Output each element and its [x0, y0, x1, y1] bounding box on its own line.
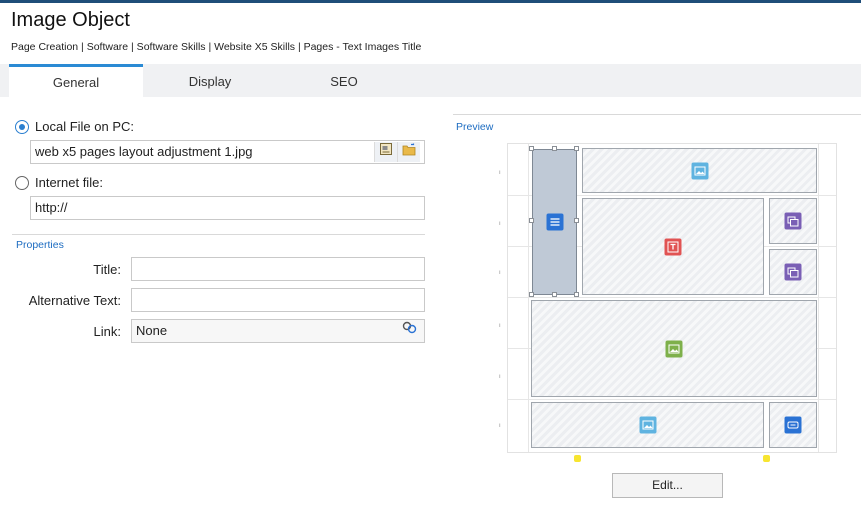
layout-cell[interactable]	[582, 198, 764, 295]
resize-handle[interactable]	[552, 292, 557, 297]
gallery-object-icon	[784, 263, 802, 281]
grid-line	[508, 297, 836, 298]
resize-handle[interactable]	[574, 292, 579, 297]
breadcrumb: Page Creation | Software | Software Skil…	[11, 41, 422, 53]
alt-text-label: Alternative Text:	[28, 293, 121, 308]
folder-icon	[402, 141, 417, 163]
image-object-icon	[639, 416, 656, 434]
text-object-icon	[664, 238, 682, 255]
properties-heading: Properties	[16, 239, 64, 251]
link-label: Link:	[93, 324, 121, 339]
image-object-icon	[665, 340, 683, 357]
tab-general[interactable]: General	[9, 64, 143, 97]
tab-seo[interactable]: SEO	[277, 64, 411, 97]
internet-file-field[interactable]: http://	[30, 196, 425, 220]
preview-heading: Preview	[456, 121, 494, 133]
highlight-marker	[763, 455, 770, 462]
image-object-icon	[691, 162, 708, 179]
preview-divider	[453, 114, 861, 115]
local-file-radio[interactable]	[15, 120, 29, 134]
title-field[interactable]	[131, 257, 425, 281]
row-marker: ı	[499, 323, 501, 329]
layout-cell[interactable]	[769, 198, 817, 244]
page-title: Image Object	[11, 9, 130, 31]
layout-preview[interactable]	[507, 143, 837, 453]
link-icon	[402, 320, 417, 342]
edit-button[interactable]: Edit...	[612, 473, 723, 498]
row-marker: ı	[499, 221, 501, 227]
layout-cell[interactable]	[769, 402, 817, 448]
resize-handle[interactable]	[529, 218, 534, 223]
link-field[interactable]: None	[131, 319, 425, 343]
layout-cell[interactable]	[531, 402, 764, 448]
layout-cell[interactable]	[582, 148, 817, 193]
row-marker: ı	[499, 374, 501, 380]
browse-folder-button[interactable]	[397, 142, 420, 162]
title-label: Title:	[93, 262, 121, 277]
layout-cell[interactable]	[531, 300, 817, 397]
row-marker: ı	[499, 170, 501, 176]
highlight-marker	[574, 455, 581, 462]
text-block-icon	[546, 213, 563, 231]
row-marker: ı	[499, 270, 501, 276]
file-properties-icon	[379, 141, 393, 163]
window-top-border	[0, 0, 861, 3]
alt-text-field[interactable]	[131, 288, 425, 312]
resize-handle[interactable]	[552, 146, 557, 151]
tab-display[interactable]: Display	[143, 64, 277, 97]
divider	[12, 234, 425, 235]
grid-line	[818, 144, 819, 452]
link-edit-button[interactable]	[398, 321, 420, 341]
local-file-field[interactable]: web x5 pages layout adjustment 1.jpg	[30, 140, 425, 164]
tab-bar: General Display SEO	[0, 64, 861, 97]
resize-handle[interactable]	[574, 218, 579, 223]
local-file-label: Local File on PC:	[35, 119, 134, 134]
gallery-object-icon	[784, 212, 802, 230]
internet-file-radio[interactable]	[15, 176, 29, 190]
button-object-icon	[784, 416, 802, 434]
resize-handle[interactable]	[529, 146, 534, 151]
resize-handle[interactable]	[529, 292, 534, 297]
row-marker: ı	[499, 423, 501, 429]
grid-line	[528, 144, 529, 452]
resize-handle[interactable]	[574, 146, 579, 151]
layout-cell[interactable]	[769, 249, 817, 295]
selected-layout-cell[interactable]	[532, 149, 577, 295]
internet-file-label: Internet file:	[35, 175, 103, 190]
local-file-value: web x5 pages layout adjustment 1.jpg	[35, 144, 253, 159]
grid-line	[508, 399, 836, 400]
link-value: None	[136, 323, 168, 338]
file-properties-button[interactable]	[374, 142, 397, 162]
